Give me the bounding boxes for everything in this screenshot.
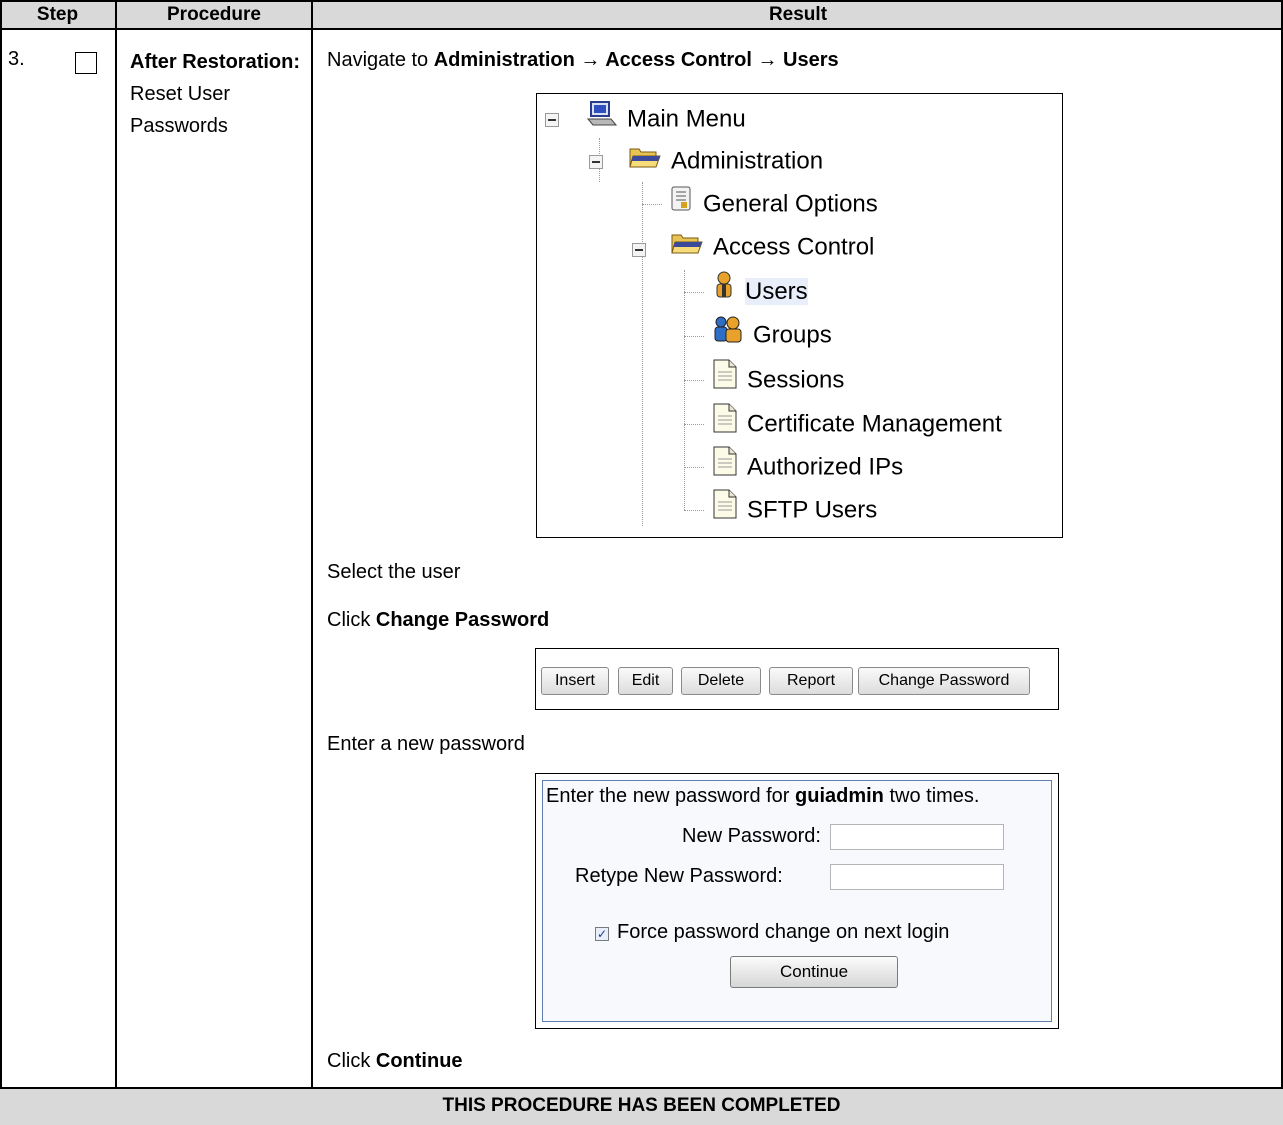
tree-label: Users [745, 277, 808, 305]
tree-connector [684, 424, 704, 425]
prompt-suffix: two times. [883, 785, 980, 807]
collapse-access-control-toggle[interactable] [632, 243, 646, 257]
tree-label: Authorized IPs [747, 453, 904, 481]
computer-icon [586, 100, 618, 140]
tree-label: Access Control [713, 233, 875, 261]
tree-label: Administration [671, 147, 824, 175]
dialog-frame: Enter the new password for guiadmin two … [542, 780, 1052, 1022]
navigate-path: Administration → Access Control → Users [433, 49, 839, 71]
options-document-icon [671, 185, 693, 225]
dialog-prompt: Enter the new password for guiadmin two … [546, 785, 979, 808]
new-password-field[interactable] [830, 824, 1004, 850]
header-procedure: Procedure [167, 4, 261, 25]
tree-item-access-control[interactable]: Access Control [671, 227, 874, 267]
tree-label: Sessions [747, 366, 845, 394]
tree-item-sftp-users[interactable]: SFTP Users [713, 489, 877, 529]
user-actions-toolbar: Insert Edit Delete Report Change Passwor… [535, 648, 1059, 710]
tree-label: General Options [703, 190, 878, 218]
step-checkbox[interactable] [75, 52, 97, 74]
tree-label: Certificate Management [747, 410, 1002, 438]
page-icon [713, 403, 737, 446]
tree-label: Main Menu [627, 105, 746, 133]
page-icon [713, 359, 737, 402]
force-change-label: Force password change on next login [617, 921, 950, 943]
continue-button[interactable]: Continue [730, 956, 898, 988]
header-step: Step [36, 4, 79, 25]
tree-connector [684, 510, 704, 511]
prompt-username: guiadmin [795, 785, 884, 807]
click-continue-instruction: Click Continue [327, 1045, 463, 1077]
page-icon [713, 489, 737, 532]
tree-item-users[interactable]: Users [713, 271, 808, 311]
tree-connector [642, 182, 643, 526]
menu-tree-screenshot: Main Menu Administration General Options… [536, 93, 1063, 538]
step-number: 3. [8, 48, 25, 70]
tree-item-main-menu[interactable]: Main Menu [586, 99, 746, 140]
table-border-left [0, 0, 2, 1125]
enter-password-instruction: Enter a new password [327, 733, 525, 755]
insert-button[interactable]: Insert [541, 667, 609, 695]
delete-button[interactable]: Delete [681, 667, 761, 695]
tree-item-administration[interactable]: Administration [629, 141, 823, 181]
procedure-title: After Restoration: [130, 51, 301, 73]
table-divider-procedure [311, 0, 313, 1087]
user-icon [713, 271, 735, 312]
procedure-description: Reset User Passwords [130, 83, 231, 137]
tree-connector [684, 467, 704, 468]
procedure-completed-banner: THIS PROCEDURE HAS BEEN COMPLETED [0, 1087, 1283, 1125]
table-divider-step [115, 0, 117, 1087]
procedure-document: Step Procedure Result 3. After Restorati… [0, 0, 1283, 1125]
report-button[interactable]: Report [769, 667, 853, 695]
tree-connector [684, 336, 704, 337]
retype-password-field[interactable] [830, 864, 1004, 890]
collapse-main-menu-toggle[interactable] [545, 113, 559, 127]
navigate-instruction: Navigate to Administration → Access Cont… [327, 44, 839, 76]
force-change-checkbox[interactable]: ✓ [595, 927, 609, 941]
tree-item-groups[interactable]: Groups [713, 315, 832, 355]
collapse-administration-toggle[interactable] [589, 155, 603, 169]
tree-item-sessions[interactable]: Sessions [713, 359, 844, 399]
tree-connector [642, 204, 662, 205]
tree-label: SFTP Users [747, 496, 878, 524]
group-icon [713, 315, 743, 356]
tree-connector [684, 292, 704, 293]
folder-open-icon [629, 142, 661, 182]
page-icon [713, 446, 737, 489]
click-target: Change Password [375, 609, 550, 631]
select-user-instruction: Select the user [327, 561, 461, 583]
click-prefix: Click [327, 1050, 376, 1072]
tree-item-certificate-management[interactable]: Certificate Management [713, 403, 1002, 443]
tree-connector [684, 380, 704, 381]
header-result: Result [768, 4, 828, 25]
tree-item-general-options[interactable]: General Options [671, 184, 878, 224]
edit-button[interactable]: Edit [618, 667, 673, 695]
click-prefix: Click [327, 609, 376, 631]
prompt-prefix: Enter the new password for [546, 785, 796, 807]
navigate-prefix: Navigate to [327, 49, 434, 71]
folder-open-icon [671, 228, 703, 268]
change-password-button[interactable]: Change Password [858, 667, 1030, 695]
change-password-dialog: Enter the new password for guiadmin two … [535, 773, 1059, 1029]
click-change-password-instruction: Click Change Password [327, 604, 549, 636]
new-password-label: New Password: [682, 825, 821, 847]
tree-item-authorized-ips[interactable]: Authorized IPs [713, 446, 903, 486]
tree-connector [684, 270, 685, 510]
click-target: Continue [375, 1050, 463, 1072]
tree-label: Groups [753, 321, 832, 349]
retype-password-label: Retype New Password: [575, 865, 783, 887]
procedure-cell: After Restoration: Reset User Passwords [130, 46, 300, 142]
